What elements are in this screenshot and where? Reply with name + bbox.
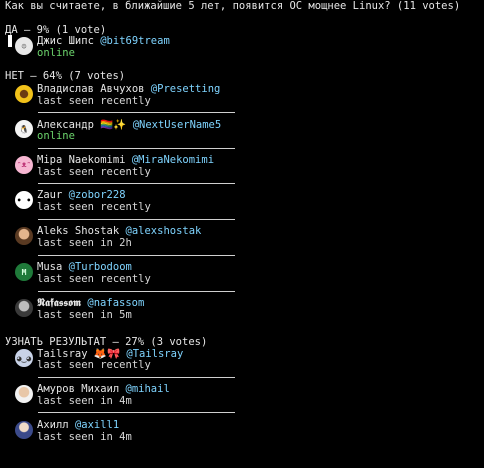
voter-name: Джис Шипс [37,35,94,47]
voter-username: @nafassom [87,297,145,309]
voter-username: @axill1 [74,419,120,431]
voter-status: last seen recently [37,201,151,213]
voter-username: @NextUserName5 [132,119,222,131]
voter-name: Міра Naekomimi [37,154,126,166]
voter-status: last seen recently [37,95,151,107]
sunflower-avatar [15,85,33,103]
fox-avatar: ◕‿◕ [15,349,33,367]
option-header-no: НЕТ – 64% (7 votes) [5,70,126,82]
voter-status: last seen in 4m [37,395,132,407]
photo-avatar [15,227,33,245]
voter-username: @alexshostak [125,225,202,237]
row-separator [38,183,235,184]
row-separator [38,377,235,378]
penguin-avatar: 🐧 [15,120,33,138]
row-separator [38,255,235,256]
row-separator [38,219,235,220]
voter-name: Амуров Михаил [37,383,120,395]
sketch-face-avatar: ☺ [15,37,33,55]
voter-status: online [37,130,75,142]
row-separator [38,112,235,113]
voter-username: @mihail [125,383,170,395]
voter-status: online [37,47,75,59]
voter-status: last seen in 5m [37,309,132,321]
voter-name: Владислав Авчухов [37,83,145,95]
voter-status: last seen recently [37,273,151,285]
row-separator [38,148,235,149]
voter-name: 𝕹𝖆𝖋𝖆𝖘𝖘𝖔𝖒 [37,297,82,309]
portrait-avatar [15,385,33,403]
pink-cat-avatar: ᵔᴥᵔ [15,156,33,174]
voter-username: @MiraNekomimi [131,154,215,166]
gray-photo-avatar [15,299,33,317]
row-separator [38,412,235,413]
voter-name: Zaur [37,189,63,201]
white-blob-avatar: • • [15,191,33,209]
anime-avatar [15,421,33,439]
voter-name: Ахилл [37,419,69,431]
voter-status: last seen recently [37,359,151,371]
voter-username: @bit69tream [100,35,170,47]
letter-m-avatar: M [15,263,33,281]
voter-name: Aleks Shostak [37,225,120,237]
voter-username: @Presetting [150,83,221,95]
voter-username: @Turbodoom [68,261,132,273]
row-separator [38,291,235,292]
voter-status: last seen recently [37,166,151,178]
text-cursor [8,35,12,47]
voter-status: last seen in 2h [37,237,132,249]
voter-status: last seen in 4m [37,431,132,443]
poll-question: Как вы считаете, в ближайшие 5 лет, появ… [5,0,461,12]
voter-username: @zobor228 [68,189,126,201]
voter-name: Musa [37,261,63,273]
